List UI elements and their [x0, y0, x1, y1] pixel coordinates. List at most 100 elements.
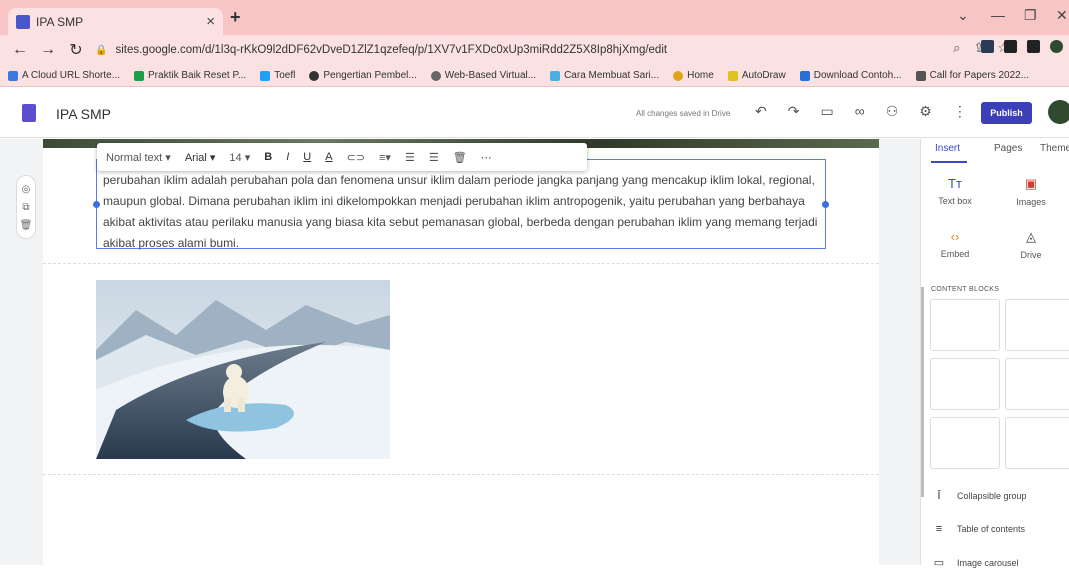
bookmark-item[interactable]: Home	[673, 70, 714, 81]
bookmark-item[interactable]: Download Contoh...	[799, 70, 902, 81]
bookmark-favicon-icon	[915, 70, 926, 81]
tab-themes[interactable]: Themes	[1040, 143, 1069, 154]
browser-tab[interactable]: IPA SMP ×	[8, 8, 223, 35]
zoom-icon[interactable]: ⌕	[953, 40, 960, 56]
delete-section-icon[interactable]: 🗑	[20, 220, 33, 231]
bookmarks-bar: A Cloud URL Shorte... Praktik Baik Reset…	[0, 65, 1069, 87]
bookmark-item[interactable]: Pengertian Pembel...	[309, 70, 417, 81]
content-block-layout[interactable]	[1005, 417, 1069, 469]
more-horiz-icon[interactable]: ⋯	[481, 151, 492, 164]
tab-pages[interactable]: Pages	[994, 143, 1022, 154]
insert-drive-button[interactable]: ◬ Drive	[1001, 229, 1061, 260]
section-style-icon[interactable]: ◎	[22, 184, 31, 195]
section-divider	[43, 474, 879, 475]
carousel-icon: ▭	[933, 557, 945, 569]
insert-text-box-button[interactable]: Tт Text box	[925, 176, 985, 206]
polar-bear-image[interactable]	[96, 280, 390, 459]
settings-gear-icon[interactable]: ⚙	[919, 103, 932, 120]
section-controls: ◎ ⧉ 🗑	[16, 175, 36, 239]
lock-icon: 🔒	[95, 44, 108, 56]
bookmark-favicon-icon	[799, 70, 810, 81]
bookmark-favicon-icon	[673, 70, 684, 81]
bookmark-item[interactable]: Web-Based Virtual...	[430, 70, 536, 81]
insert-table-of-contents[interactable]: ≡ Table of contents	[933, 523, 1025, 535]
add-editors-icon[interactable]: ⚇	[886, 103, 899, 120]
bookmark-favicon-icon	[430, 70, 441, 81]
undo-icon[interactable]: ↶	[755, 103, 767, 120]
tab-insert[interactable]: Insert	[935, 143, 960, 154]
content-block-layout[interactable]	[1005, 358, 1069, 410]
bookmark-favicon-icon	[8, 70, 18, 81]
minimize-icon[interactable]: —	[991, 7, 1005, 23]
back-icon[interactable]: ←	[12, 41, 28, 59]
bookmark-item[interactable]: A Cloud URL Shorte...	[8, 70, 120, 81]
bookmark-item[interactable]: AutoDraw	[727, 70, 786, 81]
profile-icon[interactable]	[1050, 40, 1063, 53]
insert-collapsible-group[interactable]: Ī Collapsible group	[933, 490, 1026, 502]
active-tab-indicator	[931, 161, 967, 163]
bookmark-item[interactable]: Praktik Baik Reset P...	[134, 70, 246, 81]
resize-handle-left[interactable]	[93, 201, 100, 208]
url-text: sites.google.com/d/1l3q-rKkO9l2dDF62vDve…	[115, 44, 668, 56]
puzzle-icon[interactable]	[1004, 40, 1017, 53]
text-style-dropdown[interactable]: Normal text ▾	[106, 151, 171, 164]
forward-icon[interactable]: →	[40, 41, 56, 59]
link-icon[interactable]: ⊂⊃	[347, 151, 365, 164]
more-vert-icon[interactable]: ⋮	[953, 103, 967, 120]
content-block-layout[interactable]	[930, 417, 1000, 469]
avatar[interactable]	[1048, 100, 1069, 124]
content-block-layout[interactable]	[930, 299, 1000, 351]
tab-close-icon[interactable]: ×	[206, 13, 215, 30]
new-tab-button[interactable]: +	[230, 7, 241, 28]
tab-search-icon[interactable]: ⌄	[957, 7, 969, 24]
insert-image-carousel[interactable]: ▭ Image carousel	[933, 556, 1019, 569]
sites-logo-icon[interactable]	[22, 104, 36, 122]
bookmark-favicon-icon	[727, 70, 738, 81]
site-title[interactable]: IPA SMP	[56, 106, 111, 122]
bookmark-item[interactable]: Call for Papers 2022...	[915, 70, 1029, 81]
preview-icon[interactable]: ▭	[820, 103, 833, 120]
link-icon[interactable]: ∞	[855, 103, 865, 120]
numbered-list-icon[interactable]: ☰	[405, 151, 415, 164]
section-divider	[43, 263, 879, 264]
duplicate-section-icon[interactable]: ⧉	[22, 202, 29, 213]
redo-icon[interactable]: ↷	[788, 103, 800, 120]
resize-handle-right[interactable]	[822, 201, 829, 208]
address-bar[interactable]: 🔒 sites.google.com/d/1l3q-rKkO9l2dDF62vD…	[95, 39, 925, 61]
text-box-icon: Tт	[948, 176, 962, 191]
sidepanel-icon[interactable]	[1027, 40, 1040, 53]
save-status: All changes saved in Drive	[636, 109, 731, 118]
restore-icon[interactable]: ❐	[1024, 7, 1037, 24]
window-close-icon[interactable]: ✕	[1056, 7, 1068, 24]
extension-icon[interactable]	[981, 40, 994, 53]
content-block-layout[interactable]	[1005, 299, 1069, 351]
delete-icon[interactable]: 🗑	[453, 151, 467, 164]
bookmark-favicon-icon	[134, 70, 145, 81]
insert-embed-button[interactable]: ‹› Embed	[925, 229, 985, 259]
paragraph-text[interactable]: perubahan iklim adalah perubahan pola da…	[103, 173, 817, 250]
bold-icon[interactable]: B	[264, 151, 272, 163]
insert-images-button[interactable]: ▣ Images	[1001, 176, 1061, 207]
text-box[interactable]: perubahan iklim adalah perubahan pola da…	[96, 159, 826, 250]
bookmark-item[interactable]: Cara Membuat Sari...	[550, 70, 659, 81]
font-size-dropdown[interactable]: 14 ▾	[229, 151, 250, 164]
align-icon[interactable]: ≡▾	[379, 151, 391, 164]
sites-favicon-icon	[16, 14, 30, 29]
image-icon: ▣	[1024, 176, 1038, 191]
bulleted-list-icon[interactable]: ☰	[429, 151, 439, 164]
panel-tabs: Insert Pages Themes	[921, 139, 1069, 163]
content-blocks-heading: CONTENT BLOCKS	[931, 286, 1000, 293]
scrollbar[interactable]	[921, 287, 924, 497]
bookmark-favicon-icon	[260, 70, 271, 81]
font-dropdown[interactable]: Arial ▾	[185, 151, 216, 164]
bookmark-item[interactable]: Toefl	[260, 70, 295, 81]
text-color-icon[interactable]: A	[325, 151, 332, 163]
underline-icon[interactable]: U	[303, 151, 311, 163]
reload-icon[interactable]: ↻	[68, 40, 84, 60]
collapsible-icon: Ī	[937, 490, 941, 502]
italic-icon[interactable]: I	[286, 151, 289, 163]
content-block-layout[interactable]	[930, 358, 1000, 410]
bookmark-favicon-icon	[550, 70, 561, 81]
insert-panel: Insert Pages Themes Tт Text box ▣ Images…	[920, 139, 1069, 569]
publish-button[interactable]: Publish	[981, 102, 1032, 124]
